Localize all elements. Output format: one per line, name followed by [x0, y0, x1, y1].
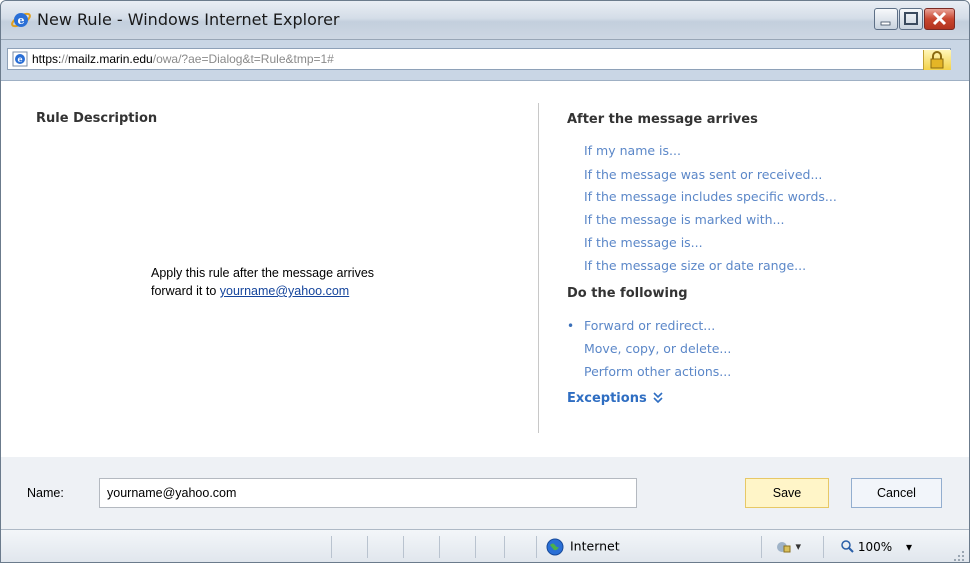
- exceptions-toggle[interactable]: Exceptions: [567, 391, 663, 406]
- status-divider: [475, 536, 476, 558]
- rule-dialog-content: Rule Description Apply this rule after t…: [1, 81, 969, 457]
- action-move-copy-delete[interactable]: Move, copy, or delete...: [584, 341, 731, 356]
- internet-explorer-icon: e: [11, 12, 31, 28]
- url-scheme: https:: [32, 52, 62, 66]
- dialog-footer: Name: Save Cancel: [1, 457, 969, 529]
- status-divider: [439, 536, 440, 558]
- svg-text:e: e: [18, 14, 25, 27]
- status-divider: [367, 536, 368, 558]
- status-divider: [403, 536, 404, 558]
- status-divider: [536, 536, 537, 558]
- status-divider: [823, 536, 824, 558]
- protected-mode-icon: [777, 542, 791, 553]
- panel-divider: [538, 103, 539, 433]
- after-message-arrives-title: After the message arrives: [567, 112, 758, 127]
- padlock-icon: [930, 51, 944, 69]
- security-lock-button[interactable]: [923, 50, 951, 70]
- globe-icon: [546, 538, 564, 556]
- condition-marked-with[interactable]: If the message is marked with...: [584, 212, 784, 227]
- double-chevron-down-icon: [653, 392, 663, 404]
- rule-description-title: Rule Description: [36, 111, 158, 126]
- condition-specific-words[interactable]: If the message includes specific words..…: [584, 189, 837, 204]
- chevron-down-icon: ▾: [795, 540, 802, 553]
- close-icon: [932, 11, 947, 26]
- status-divider: [504, 536, 505, 558]
- rule-name-input[interactable]: [99, 478, 637, 508]
- maximize-icon: [904, 12, 918, 25]
- selected-action-bullet: •: [567, 319, 575, 333]
- cancel-button[interactable]: Cancel: [851, 478, 942, 508]
- status-divider: [761, 536, 762, 558]
- url-host: mailz.marin.edu: [68, 52, 153, 66]
- security-zone-label: Internet: [570, 538, 620, 554]
- resize-grip-icon[interactable]: [953, 550, 965, 562]
- save-button[interactable]: Save: [745, 478, 829, 508]
- forward-address-link[interactable]: yourname@yahoo.com: [220, 284, 349, 298]
- minimize-button[interactable]: [874, 8, 898, 30]
- protected-mode-button[interactable]: ▾: [776, 540, 801, 554]
- name-label: Name:: [27, 486, 64, 500]
- title-bar[interactable]: e New Rule - Windows Internet Explorer: [1, 1, 969, 40]
- exceptions-label: Exceptions: [567, 391, 647, 406]
- chevron-down-icon: ▾: [905, 540, 912, 554]
- condition-size-or-date[interactable]: If the message size or date range...: [584, 258, 806, 273]
- minimize-icon: [880, 21, 891, 26]
- zoom-magnifier-icon: [841, 540, 854, 553]
- zoom-control[interactable]: 100% ▾: [841, 540, 912, 554]
- maximize-button[interactable]: [899, 8, 923, 30]
- url-path: /owa/?ae=Dialog&t=Rule&tmp=1#: [152, 52, 334, 66]
- forward-prefix: forward it to: [151, 284, 220, 298]
- condition-my-name[interactable]: If my name is...: [584, 143, 681, 158]
- url-text: https://mailz.marin.edu/owa/?ae=Dialog&t…: [32, 52, 334, 66]
- do-the-following-title: Do the following: [567, 286, 688, 301]
- address-bar: e https://mailz.marin.edu/owa/?ae=Dialog…: [1, 40, 969, 81]
- action-other[interactable]: Perform other actions...: [584, 364, 731, 379]
- url-field[interactable]: e https://mailz.marin.edu/owa/?ae=Dialog…: [7, 48, 951, 70]
- condition-sent-or-received[interactable]: If the message was sent or received...: [584, 167, 822, 182]
- svg-text:e: e: [17, 54, 22, 64]
- rule-description-line1: Apply this rule after the message arrive…: [151, 266, 375, 280]
- window-title: New Rule - Windows Internet Explorer: [37, 10, 340, 29]
- ie-window: e New Rule - Windows Internet Explorer e…: [0, 0, 970, 563]
- rule-description-line2: forward it to yourname@yahoo.com: [151, 284, 349, 298]
- condition-message-is[interactable]: If the message is...: [584, 235, 703, 250]
- security-zone[interactable]: Internet: [546, 538, 620, 556]
- zoom-level: 100%: [857, 540, 893, 554]
- action-forward-or-redirect[interactable]: Forward or redirect...: [584, 318, 715, 333]
- page-icon: e: [12, 51, 28, 67]
- close-button[interactable]: [924, 8, 955, 30]
- status-divider: [331, 536, 332, 558]
- status-bar: Internet ▾ 100% ▾: [1, 529, 969, 562]
